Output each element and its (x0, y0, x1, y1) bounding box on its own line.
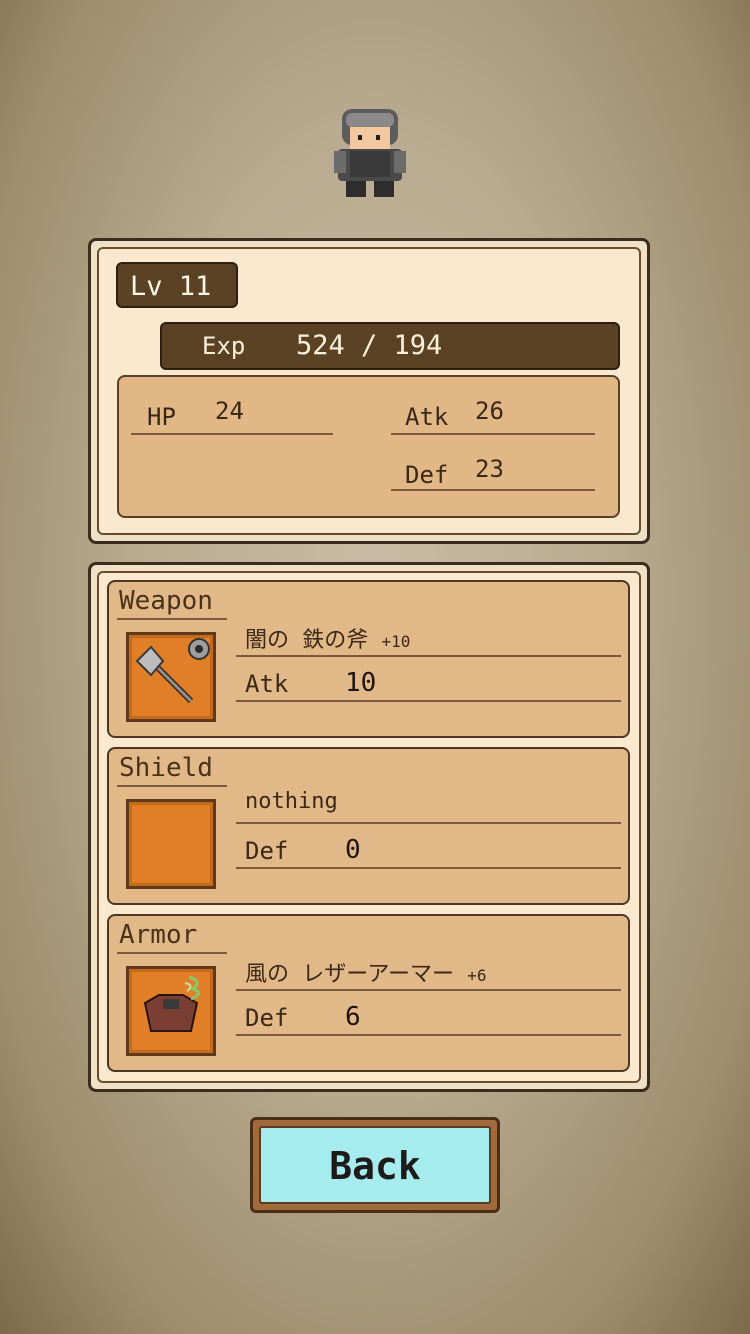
armor-icon-frame[interactable] (126, 966, 216, 1056)
shield-title-underline (117, 785, 227, 787)
armor-slot[interactable]: Armor 風の レザーアーマー +6 Def 6 (107, 914, 630, 1072)
atk-value: 26 (475, 397, 504, 425)
hp-label: HP (147, 403, 176, 431)
level-badge: Lv 11 (116, 262, 238, 308)
shield-slot-title: Shield (119, 753, 213, 783)
back-button-label: Back (259, 1126, 491, 1204)
def-underline (391, 489, 595, 491)
armor-name: 風の レザーアーマー +6 (245, 956, 487, 988)
hp-underline (131, 433, 333, 435)
shield-name: nothing (245, 789, 338, 814)
back-button[interactable]: Back (250, 1117, 500, 1213)
exp-label: Exp (202, 332, 246, 360)
hp-value: 24 (215, 397, 244, 425)
shield-name-text: nothing (245, 789, 338, 814)
weapon-name-underline (236, 655, 621, 657)
shield-slot[interactable]: Shield nothing Def 0 (107, 747, 630, 905)
atk-underline (391, 433, 595, 435)
hero-sprite (334, 109, 406, 197)
atk-label: Atk (405, 403, 449, 431)
shield-name-underline (236, 822, 621, 824)
shield-icon-frame[interactable] (126, 799, 216, 889)
armor-name-text: 風の レザーアーマー (245, 962, 455, 987)
armor-plus: +6 (467, 966, 487, 985)
weapon-plus: +10 (381, 632, 411, 651)
weapon-stat-label: Atk (245, 670, 289, 698)
weapon-stat-value: 10 (345, 668, 377, 698)
leather-armor-icon (143, 975, 200, 1032)
weapon-icon-frame[interactable] (126, 632, 216, 722)
exp-bar: Exp 524 / 194 (160, 322, 620, 370)
shield-stat-value: 0 (345, 835, 361, 865)
armor-stat-underline (236, 1034, 621, 1036)
weapon-stat-underline (236, 700, 621, 702)
shield-stat-label: Def (245, 837, 289, 865)
weapon-name: 闇の 鉄の斧 +10 (245, 622, 410, 654)
stats-box: HP 24 Atk 26 Def 23 (117, 375, 620, 518)
shield-stat-underline (236, 867, 621, 869)
weapon-slot[interactable]: Weapon 闇の 鉄の斧 +10 Atk 10 (107, 580, 630, 738)
axe-icon (135, 638, 210, 704)
armor-stat-value: 6 (345, 1002, 361, 1032)
exp-value: 524 / 194 (296, 330, 443, 361)
armor-stat-label: Def (245, 1004, 289, 1032)
def-value: 23 (475, 455, 504, 483)
weapon-name-text: 闇の 鉄の斧 (245, 628, 369, 653)
weapon-slot-title: Weapon (119, 586, 213, 616)
armor-slot-title: Armor (119, 920, 198, 950)
armor-title-underline (117, 952, 227, 954)
armor-name-underline (236, 989, 621, 991)
def-label: Def (405, 461, 449, 489)
weapon-title-underline (117, 618, 227, 620)
